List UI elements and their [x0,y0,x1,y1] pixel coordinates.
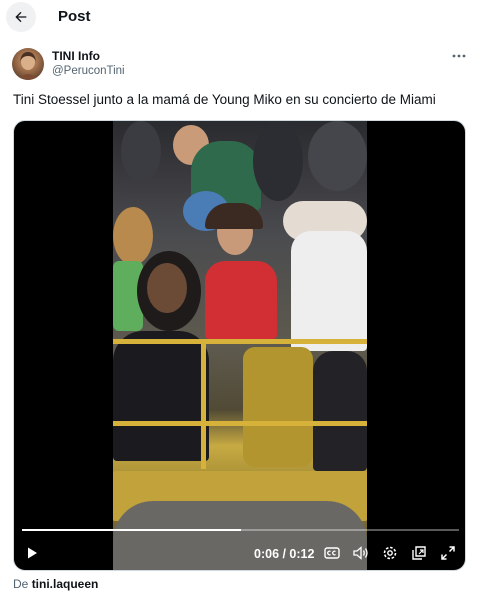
arrow-left-icon [15,11,27,23]
crowd-figure [147,263,187,313]
crowd-figure [253,121,303,201]
play-icon [28,547,37,559]
source-user-link[interactable]: tini.laqueen [32,577,99,591]
settings-icon [383,546,397,560]
fullscreen-icon [441,546,455,560]
crowd-figure [113,331,209,461]
crowd-figure [113,207,153,265]
author-handle[interactable]: @PeruconTini [52,65,125,77]
video-player[interactable]: 0:06 / 0:12 [13,120,466,571]
popout-button[interactable] [409,543,429,563]
video-progress-fill [22,529,241,531]
railing [113,339,367,344]
crowd-figure [121,121,161,181]
crowd-figure [308,121,367,191]
railing [113,421,367,426]
captions-icon [324,547,340,559]
video-controls: 0:06 / 0:12 [14,541,465,567]
captions-button[interactable] [322,543,342,563]
avatar-image [18,52,38,80]
more-horizontal-icon [452,54,466,58]
crowd-figure [291,231,367,351]
volume-button[interactable] [351,543,371,563]
crowd-figure [205,261,277,339]
post-header: Post [0,0,482,36]
avatar[interactable] [12,48,44,80]
page-title: Post [58,8,91,25]
more-button[interactable] [448,48,470,64]
video-frame[interactable] [113,121,367,570]
video-progress-bar[interactable] [22,529,459,531]
play-button[interactable] [22,543,42,563]
video-time: 0:06 / 0:12 [254,547,315,561]
source-prefix: De [13,577,29,591]
post-author: TINI Info @PeruconTini [12,46,470,82]
video-source: De tini.laqueen [13,577,98,591]
stadium-seat [243,347,313,467]
railing [201,339,206,469]
volume-icon [353,546,368,560]
popout-icon [412,546,426,560]
fullscreen-button[interactable] [438,543,458,563]
author-display-name[interactable]: TINI Info [52,49,100,63]
post-text: Tini Stoessel junto a la mamá de Young M… [13,92,436,107]
settings-button[interactable] [380,543,400,563]
crowd-figure [313,351,367,471]
back-button[interactable] [6,2,36,32]
